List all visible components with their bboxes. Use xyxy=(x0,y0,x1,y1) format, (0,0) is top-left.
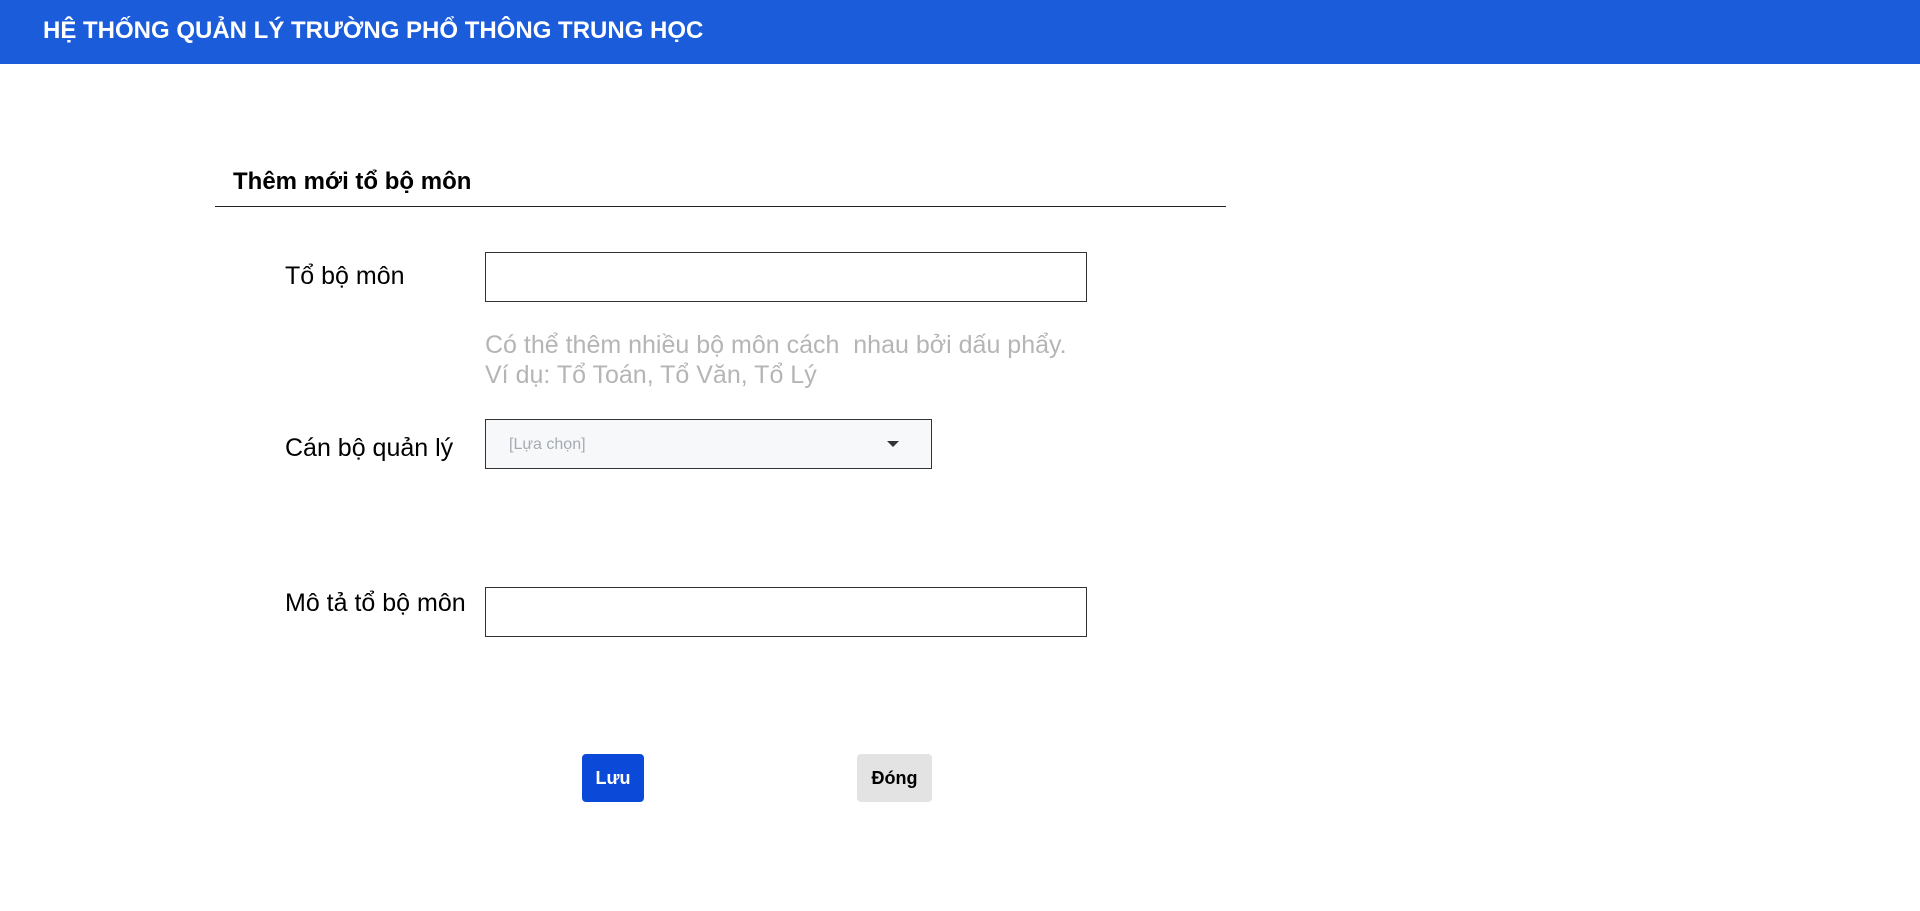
department-label: Tổ bộ môn xyxy=(285,262,405,290)
chevron-down-icon xyxy=(887,441,899,447)
description-input[interactable] xyxy=(485,587,1087,637)
manager-select[interactable]: [Lựa chọn] xyxy=(485,419,932,469)
top-header-bar: HỆ THỐNG QUẢN LÝ TRƯỜNG PHỔ THÔNG TRUNG … xyxy=(0,0,1920,64)
section-divider xyxy=(215,206,1226,207)
manager-select-value: [Lựa chọn] xyxy=(509,436,586,453)
department-hint-line1: Có thể thêm nhiều bộ môn cách nhau bởi d… xyxy=(485,331,1067,359)
manager-label: Cán bộ quản lý xyxy=(285,434,454,462)
department-hint: Có thể thêm nhiều bộ môn cách nhau bởi d… xyxy=(485,330,1067,390)
form-title: Thêm mới tổ bộ môn xyxy=(233,168,472,195)
department-hint-line2: Ví dụ: Tổ Toán, Tổ Văn, Tổ Lý xyxy=(485,361,817,389)
close-button[interactable]: Đóng xyxy=(857,754,932,802)
save-button[interactable]: Lưu xyxy=(582,754,644,802)
app-title: HỆ THỐNG QUẢN LÝ TRƯỜNG PHỔ THÔNG TRUNG … xyxy=(43,17,704,44)
description-label: Mô tả tổ bộ môn xyxy=(285,589,466,617)
department-input[interactable] xyxy=(485,252,1087,302)
